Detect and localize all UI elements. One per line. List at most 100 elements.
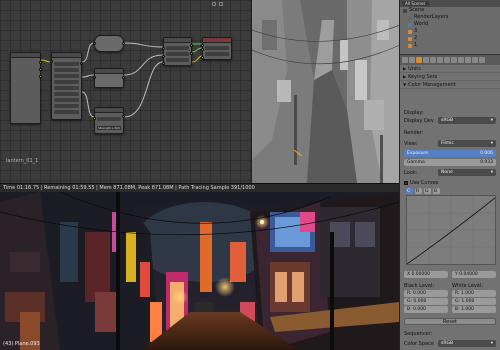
render-layers-tab-icon[interactable]: [409, 57, 415, 63]
texture-coordinate-node[interactable]: [10, 52, 42, 124]
view-icon[interactable]: [212, 2, 216, 6]
outliner-display-mode[interactable]: All Scenes: [402, 1, 429, 6]
properties-editor[interactable]: ▶ Units ▶ Keying Sets ▼ Color Management…: [400, 55, 500, 350]
object-icon: [408, 36, 412, 41]
curve-editor[interactable]: [406, 195, 496, 265]
node-field[interactable]: [54, 110, 79, 114]
node-output-socket[interactable]: [80, 62, 83, 65]
node-input-socket[interactable]: [201, 56, 204, 59]
view-select[interactable]: Filmic ▾: [438, 140, 496, 147]
node-input-socket[interactable]: [201, 44, 204, 47]
look-select[interactable]: None ▾: [438, 169, 496, 176]
physics-tab-icon[interactable]: [479, 57, 485, 63]
display-device-select[interactable]: sRGB ▾: [438, 117, 496, 124]
emission-node[interactable]: Strength 1.000: [93, 107, 125, 134]
curve-channel-g[interactable]: G: [424, 188, 431, 194]
node-input-socket[interactable]: [162, 62, 165, 65]
curve-graph: [406, 196, 496, 265]
node-input-socket[interactable]: [93, 42, 96, 45]
node-field[interactable]: [54, 86, 79, 90]
black-g-field[interactable]: G: 0.000: [404, 298, 448, 305]
dropdown-icon: ▾: [490, 141, 493, 146]
node-input-socket[interactable]: [93, 117, 96, 120]
view-label: View:: [404, 141, 418, 147]
render-view[interactable]: Time 01:16.75 | Remaining 01:59.55 | Mem…: [0, 183, 399, 350]
node-input-socket[interactable]: [93, 76, 96, 79]
outliner-row-label: RenderLayers: [414, 14, 449, 20]
expand-arrow-icon: ▼: [403, 81, 407, 87]
image-texture-node-collapsed[interactable]: [93, 35, 125, 52]
modifiers-tab-icon[interactable]: [444, 57, 450, 63]
data-tab-icon[interactable]: [451, 57, 457, 63]
node-output-socket[interactable]: [122, 42, 125, 45]
gamma-field[interactable]: Gamma 0.933: [404, 159, 496, 166]
node-field[interactable]: [205, 52, 229, 56]
node-output-socket[interactable]: [122, 115, 125, 118]
object-tab-icon[interactable]: [430, 57, 436, 63]
curve-channel-c[interactable]: C: [406, 188, 413, 194]
white-r-field[interactable]: R: 1.000: [452, 290, 496, 297]
checkbox-checked-icon: [404, 181, 408, 185]
node-field[interactable]: [166, 52, 189, 56]
outliner-row-3[interactable]: 3: [400, 28, 500, 35]
node-field[interactable]: [166, 46, 189, 50]
node-output-socket[interactable]: [39, 75, 42, 78]
node-tree-name: lantern_01_1: [6, 158, 39, 164]
white-b-field[interactable]: B: 1.000: [452, 306, 496, 313]
node-input-socket[interactable]: [201, 48, 204, 51]
node-title: [52, 53, 81, 58]
scene-tab-icon[interactable]: [416, 57, 422, 63]
node-input-socket[interactable]: [50, 60, 53, 63]
exposure-field[interactable]: Exposure 0.006: [404, 150, 496, 157]
strength-field[interactable]: Strength 1.000: [97, 126, 121, 130]
outliner-row-scene[interactable]: Scene: [400, 7, 500, 14]
node-output-socket[interactable]: [190, 52, 193, 55]
node-field[interactable]: [54, 68, 79, 72]
node-field[interactable]: [97, 117, 121, 121]
render-tab-icon[interactable]: [402, 57, 408, 63]
node-field[interactable]: [54, 92, 79, 96]
outliner-row-world[interactable]: World: [400, 21, 500, 28]
texture-tab-icon[interactable]: [465, 57, 471, 63]
particles-tab-icon[interactable]: [472, 57, 478, 63]
node-input-socket[interactable]: [162, 47, 165, 50]
mix-shader-node[interactable]: [162, 37, 193, 66]
outliner-row-1[interactable]: 1: [400, 42, 500, 49]
use-curves-checkbox[interactable]: Use Curves: [404, 180, 438, 186]
outliner-row-2[interactable]: 2: [400, 35, 500, 42]
reset-button[interactable]: Reset: [404, 318, 496, 325]
black-b-field[interactable]: B: 0.000: [404, 306, 448, 313]
node-editor[interactable]: Strength 1.000 lantern_01_1: [0, 0, 251, 183]
pin-icon[interactable]: [219, 2, 223, 6]
material-output-node[interactable]: [201, 37, 232, 60]
outliner-row-renderlayers[interactable]: RenderLayers: [400, 14, 500, 21]
image-texture-node[interactable]: [93, 68, 125, 88]
black-r-field[interactable]: R: 0.000: [404, 290, 448, 297]
material-tab-icon[interactable]: [458, 57, 464, 63]
world-tab-icon[interactable]: [423, 57, 429, 63]
3d-viewport[interactable]: [251, 0, 399, 183]
color-management-section[interactable]: ▼ Color Management: [400, 81, 500, 89]
node-field[interactable]: [54, 74, 79, 78]
color-space-select[interactable]: sRGB ▾: [438, 340, 496, 347]
mapping-node[interactable]: [50, 52, 83, 120]
node-field[interactable]: [54, 62, 79, 66]
outliner[interactable]: All Scenes Scene RenderLayers World 3 2 …: [400, 0, 500, 55]
curve-y-field[interactable]: Y 0.04000: [452, 271, 496, 278]
node-output-socket[interactable]: [39, 68, 42, 71]
node-output-socket[interactable]: [39, 61, 42, 64]
curve-channel-r[interactable]: R: [415, 188, 422, 194]
node-output-socket[interactable]: [122, 76, 125, 79]
node-field[interactable]: [54, 98, 79, 102]
white-g-field[interactable]: G: 1.000: [452, 298, 496, 305]
curve-channel-b[interactable]: B: [433, 188, 440, 194]
node-field[interactable]: [54, 80, 79, 84]
node-output-socket[interactable]: [190, 44, 193, 47]
node-field[interactable]: [166, 58, 189, 62]
render-layers-icon: [408, 15, 412, 20]
curve-x-field[interactable]: X 0.00000: [404, 271, 448, 278]
node-input-socket[interactable]: [162, 55, 165, 58]
constraints-tab-icon[interactable]: [437, 57, 443, 63]
node-field[interactable]: [205, 46, 229, 50]
node-field[interactable]: [54, 104, 79, 108]
